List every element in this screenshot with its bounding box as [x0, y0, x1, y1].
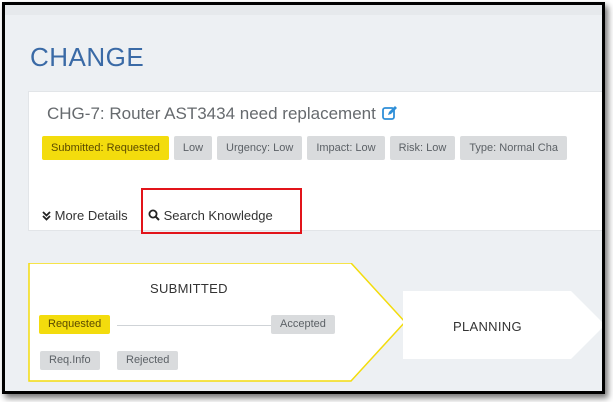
- highlight-annotation-box: [141, 188, 302, 234]
- more-details-link[interactable]: More Details: [42, 208, 128, 223]
- status-badge: Submitted: Requested: [42, 136, 169, 160]
- edit-icon[interactable]: [381, 105, 398, 126]
- double-chevron-down-icon: [42, 208, 51, 223]
- type-badge: Type: Normal Cha: [460, 136, 567, 160]
- urgency-badge: Urgency: Low: [217, 136, 303, 160]
- step-connector: [117, 325, 272, 326]
- priority-badge: Low: [173, 136, 213, 160]
- change-title-text: CHG-7: Router AST3434 need replacement: [47, 104, 376, 123]
- risk-badge: Risk: Low: [389, 136, 456, 160]
- step-req-info[interactable]: Req.Info: [40, 351, 100, 370]
- step-requested[interactable]: Requested: [39, 315, 111, 334]
- screenshot-frame: CHANGE CHG-7: Router AST3434 need replac…: [2, 2, 605, 394]
- step-accepted[interactable]: Accepted: [271, 315, 335, 334]
- impact-badge: Impact: Low: [307, 136, 385, 160]
- page-title: CHANGE: [30, 42, 145, 72]
- step-rejected[interactable]: Rejected: [117, 351, 179, 370]
- change-tags: Submitted: Requested Low Urgency: Low Impac…: [42, 136, 572, 160]
- workflow-stages: SUBMITTED Requested Accepted Req.Info Re…: [5, 263, 602, 391]
- change-summary-card: CHG-7: Router AST3434 need replacement S…: [28, 91, 602, 231]
- stage-planning-label[interactable]: PLANNING: [453, 319, 522, 334]
- change-title: CHG-7: Router AST3434 need replacement: [47, 104, 398, 126]
- stage-submitted-label: SUBMITTED: [150, 281, 228, 296]
- top-strip: [5, 5, 602, 15]
- more-details-label: More Details: [54, 208, 128, 223]
